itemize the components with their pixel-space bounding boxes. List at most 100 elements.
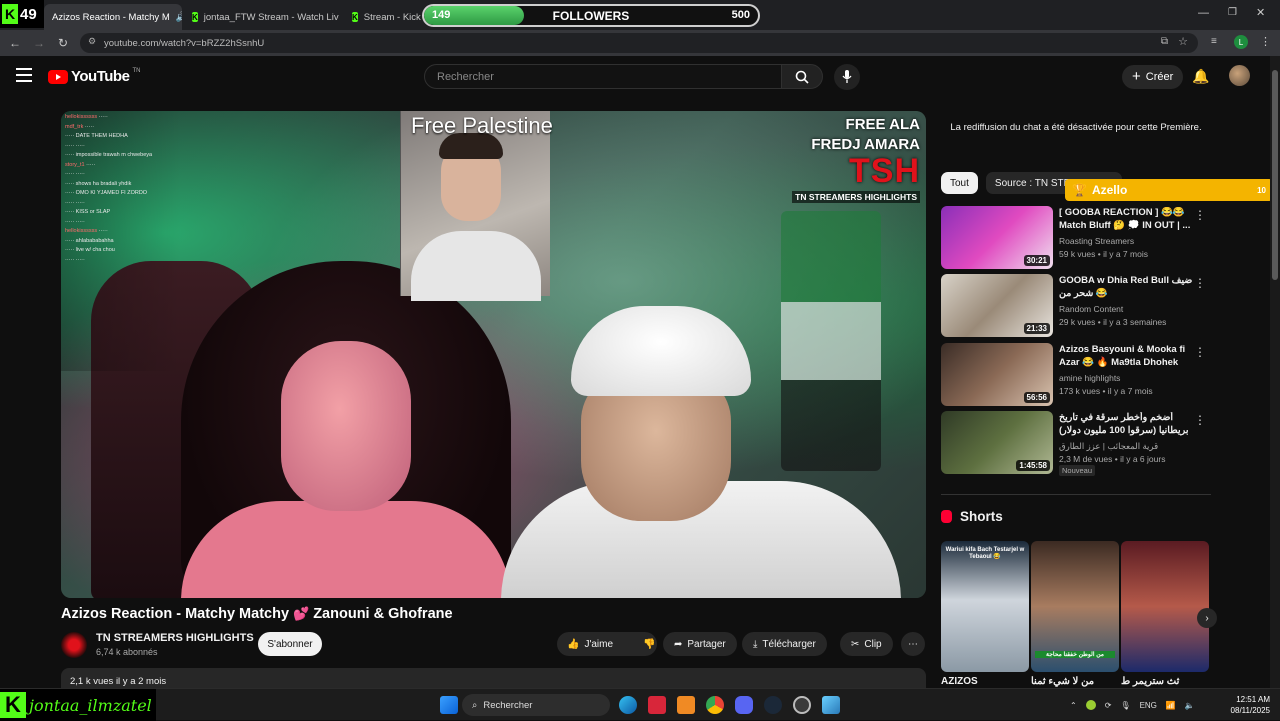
- description-meta: 2,1 k vues il y a 2 mois: [70, 676, 167, 687]
- restore-icon[interactable]: ❐: [1228, 7, 1237, 18]
- more-vertical-icon[interactable]: ⋮: [1194, 208, 1206, 222]
- edge-icon[interactable]: [619, 696, 637, 714]
- recommended-channel: Roasting Streamers: [1059, 236, 1135, 246]
- minimize-icon[interactable]: —: [1198, 7, 1209, 19]
- recommended-video[interactable]: 56:56 Azizos Basyouni & Mooka fi Azar 😂 …: [941, 343, 1211, 407]
- video-thumbnail[interactable]: 56:56: [941, 343, 1053, 406]
- short-title[interactable]: من لا شيء ثمنا: [1031, 676, 1117, 687]
- voice-search-button[interactable]: [834, 64, 860, 90]
- channel-avatar[interactable]: [61, 632, 87, 658]
- windows-start-icon[interactable]: [440, 696, 458, 714]
- chrome-icon[interactable]: [706, 696, 724, 714]
- download-button[interactable]: ⤓ Télécharger: [742, 632, 827, 656]
- video-thumbnail[interactable]: 30:21: [941, 206, 1053, 269]
- app-orange-icon[interactable]: [677, 696, 695, 714]
- video-player[interactable]: hellokissssss ····· mdf_trk ····· ····· …: [61, 111, 926, 598]
- short-thumbnail[interactable]: Wariui kifa Bach Testarjel w Tebaoul 😂: [941, 541, 1029, 672]
- chip-all[interactable]: Tout: [941, 172, 978, 194]
- plus-icon: +: [1132, 68, 1141, 85]
- app-photos-icon[interactable]: [822, 696, 840, 714]
- bookmark-star-icon[interactable]: ☆: [1178, 35, 1188, 48]
- video-title-suffix: Zanouni & Ghofrane: [313, 606, 453, 622]
- more-horizontal-icon: ⋯: [908, 638, 918, 650]
- more-vertical-icon[interactable]: ⋮: [1194, 345, 1206, 359]
- short-caption: من الوطن خفقنا محاجة: [1035, 651, 1115, 658]
- reload-icon[interactable]: ↻: [52, 32, 74, 54]
- volume-icon[interactable]: 🔈: [1185, 701, 1195, 710]
- kick-logo-icon: K: [2, 4, 18, 24]
- kick-favicon-icon: K: [352, 12, 358, 22]
- notifications-bell-icon[interactable]: 🔔: [1192, 68, 1209, 85]
- youtube-logo-text: YouTube: [71, 68, 130, 85]
- short-caption: Wariui kifa Bach Testarjel w Tebaoul 😂: [945, 547, 1025, 560]
- short-thumbnail[interactable]: من الوطن خفقنا محاجة: [1031, 541, 1119, 672]
- install-app-icon[interactable]: ⧉: [1161, 36, 1168, 47]
- obs-icon[interactable]: [793, 696, 811, 714]
- app-red-icon[interactable]: [648, 696, 666, 714]
- account-avatar[interactable]: [1229, 65, 1250, 86]
- more-vertical-icon[interactable]: ⋮: [1194, 276, 1206, 290]
- search-button[interactable]: [781, 64, 823, 89]
- kick-viewer-count: 49: [20, 5, 37, 23]
- tray-app-icon[interactable]: [1085, 700, 1096, 710]
- discord-icon[interactable]: [735, 696, 753, 714]
- thumbs-up-icon: 👍: [567, 638, 580, 650]
- recommended-video[interactable]: 1:45:58 أضخم وأخطر سرقة في تاريخ بريطاني…: [941, 411, 1211, 476]
- dislike-button[interactable]: 👎: [633, 632, 665, 656]
- browser-menu-icon[interactable]: ⋮: [1260, 35, 1271, 48]
- followers-goal: 500: [731, 9, 750, 21]
- thumbs-down-icon: 👎: [643, 638, 656, 650]
- scrollbar-thumb[interactable]: [1272, 70, 1278, 280]
- subscriber-count: 6,74 k abonnés: [96, 647, 158, 657]
- tray-mic-icon[interactable]: 🎙: [1120, 701, 1130, 710]
- clock-time: 12:51 AM: [1236, 695, 1270, 704]
- create-button[interactable]: + Créer: [1122, 65, 1184, 89]
- chevron-up-icon[interactable]: ⌃: [1070, 701, 1077, 710]
- short-title[interactable]: AZIZOS: [941, 676, 1027, 687]
- video-thumbnail[interactable]: 1:45:58: [941, 411, 1053, 474]
- tab-label: Azizos Reaction - Matchy M: [52, 11, 170, 23]
- menu-icon[interactable]: [16, 68, 32, 82]
- clip-button[interactable]: ✂ Clip: [840, 632, 893, 656]
- page-scrollbar[interactable]: [1270, 56, 1280, 688]
- forward-icon[interactable]: →: [28, 32, 50, 54]
- description-box[interactable]: 2,1 k vues il y a 2 mois: [61, 668, 926, 690]
- trophy-icon: 🏆: [1072, 183, 1087, 197]
- tray-sync-icon[interactable]: ⟳: [1105, 701, 1112, 710]
- more-actions-button[interactable]: ⋯: [901, 632, 925, 656]
- tab-youtube[interactable]: Azizos Reaction - Matchy M 🔊 ✕: [44, 4, 182, 30]
- create-label: Créer: [1145, 71, 1174, 83]
- shorts-next-button[interactable]: ›: [1197, 608, 1217, 628]
- share-label: Partager: [687, 638, 726, 650]
- short-thumbnail[interactable]: [1121, 541, 1209, 672]
- tab-kick-stream[interactable]: K Stream - Kick De: [344, 4, 424, 30]
- channel-name[interactable]: TN STREAMERS HIGHLIGHTS: [96, 632, 254, 644]
- subscribe-button[interactable]: S'abonner: [258, 632, 322, 656]
- taskbar-search[interactable]: ⌕ Rechercher: [462, 694, 610, 716]
- steam-icon[interactable]: [764, 696, 782, 714]
- search-input[interactable]: Rechercher: [424, 64, 782, 89]
- recommended-video[interactable]: 21:33 GOOBA w Dhia Red Bull ضيف شحر من 😂…: [941, 274, 1211, 338]
- share-button[interactable]: ➦ Partager: [663, 632, 737, 656]
- azello-overlay: 🏆 Azello 10: [1065, 179, 1273, 201]
- media-control-icon[interactable]: ≡: [1211, 36, 1217, 47]
- tab-kick-jontaa[interactable]: K jontaa_FTW Stream - Watch Liv ✕: [184, 4, 344, 30]
- language-indicator[interactable]: ENG: [1140, 701, 1157, 710]
- overlay-caption: Free Palestine: [411, 113, 553, 138]
- recommended-video[interactable]: 30:21 [ GOOBA REACTION ] 😂😂 Match Bluff …: [941, 206, 1211, 270]
- url-field[interactable]: ⚙ youtube.com/watch?v=bRZZ2hSsnhU ⧉ ☆: [80, 33, 1198, 53]
- youtube-logo[interactable]: YouTube TN: [48, 68, 140, 85]
- more-vertical-icon[interactable]: ⋮: [1194, 413, 1206, 427]
- wifi-icon[interactable]: 📶: [1166, 701, 1176, 710]
- close-window-icon[interactable]: ✕: [1256, 6, 1265, 19]
- profile-icon[interactable]: L: [1234, 35, 1248, 49]
- tab-label: jontaa_FTW Stream - Watch Liv: [203, 11, 339, 23]
- shorts-icon: [941, 510, 952, 523]
- site-info-icon[interactable]: ⚙: [88, 36, 96, 47]
- short-title[interactable]: ثث ستريمر ط: [1121, 676, 1207, 687]
- back-icon[interactable]: ←: [4, 32, 26, 54]
- video-thumbnail[interactable]: 21:33: [941, 274, 1053, 337]
- like-button[interactable]: 👍 J'aime: [557, 632, 623, 656]
- search-icon: ⌕: [472, 699, 478, 711]
- taskbar-clock[interactable]: 12:51 AM 08/11/2025: [1226, 694, 1270, 716]
